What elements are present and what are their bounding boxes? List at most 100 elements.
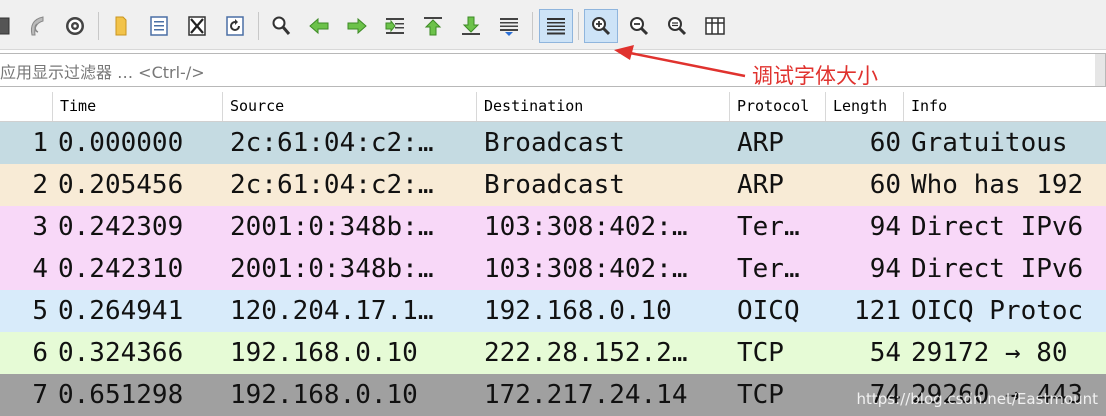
zoom-out-button[interactable] [622, 9, 656, 43]
column-header-length[interactable]: Length [826, 92, 904, 121]
packet-info: Direct IPv6 [911, 212, 1084, 242]
main-toolbar [0, 0, 1106, 50]
capture-options-button[interactable] [58, 9, 92, 43]
arrow-down-icon [462, 16, 480, 35]
packet-number: 2 [32, 170, 48, 200]
last-packet-button[interactable] [454, 9, 488, 43]
watermark-text: https://blog.csdn.net/Eastmount [856, 390, 1098, 408]
folder-icon [115, 16, 127, 36]
magnifier-icon [272, 16, 291, 35]
arrow-left-icon [309, 17, 329, 35]
packet-protocol: TCP [737, 338, 784, 368]
colorize-button[interactable] [539, 9, 573, 43]
packet-number: 7 [32, 380, 48, 410]
fin-restart-icon [30, 16, 44, 36]
packet-number: 4 [32, 254, 48, 284]
open-file-button[interactable] [104, 9, 138, 43]
zoom-reset-icon [668, 17, 687, 36]
filter-bar-edge [1095, 54, 1105, 86]
display-filter-bar[interactable]: 应用显示过滤器 … <Ctrl-/> [0, 53, 1106, 87]
packet-destination: Broadcast [484, 170, 625, 200]
annotation-text: 调试字体大小 [752, 64, 878, 88]
stop-capture-button[interactable] [0, 9, 18, 43]
stop-square-icon [0, 17, 10, 35]
lines-icon [547, 18, 565, 35]
column-header-info[interactable]: Info [904, 92, 1106, 121]
display-filter-placeholder: 应用显示过滤器 … <Ctrl-/> [0, 63, 205, 82]
packet-destination: Broadcast [484, 128, 625, 158]
column-header-source[interactable]: Source [223, 92, 477, 121]
go-forward-button[interactable] [340, 9, 374, 43]
packet-length: 60 [869, 128, 901, 158]
column-header-time[interactable]: Time [53, 92, 223, 121]
packet-source: 2c:61:04:c2:… [230, 128, 434, 158]
resize-columns-icon [705, 17, 725, 35]
document-icon [150, 16, 168, 36]
packet-info: Gratuitous [911, 128, 1068, 158]
packet-length: 54 [869, 338, 901, 368]
zoom-out-icon [630, 17, 649, 36]
packet-protocol: OICQ [737, 296, 800, 326]
zoom-in-button[interactable] [584, 9, 618, 43]
packet-protocol: Ter… [737, 212, 800, 242]
table-row[interactable]: 4 0.242310 2001:0:348b:… 103:308:402:… T… [0, 248, 1106, 290]
packet-source: 192.168.0.10 [230, 380, 418, 410]
column-header-destination[interactable]: Destination [477, 92, 730, 121]
column-header-protocol[interactable]: Protocol [730, 92, 826, 121]
packet-protocol: Ter… [737, 254, 800, 284]
table-row[interactable]: 3 0.242309 2001:0:348b:… 103:308:402:… T… [0, 206, 1106, 248]
jump-to-icon [385, 18, 404, 34]
packet-protocol: TCP [737, 380, 784, 410]
column-header-no[interactable] [0, 92, 53, 121]
packet-number: 5 [32, 296, 48, 326]
packet-source: 2001:0:348b:… [230, 254, 434, 284]
packet-time: 0.242310 [58, 254, 184, 284]
auto-scroll-button[interactable] [492, 9, 526, 43]
find-packet-button[interactable] [264, 9, 298, 43]
packet-time: 0.264941 [58, 296, 184, 326]
packet-destination: 103:308:402:… [484, 254, 688, 284]
save-file-button[interactable] [142, 9, 176, 43]
table-row[interactable]: 5 0.264941 120.204.17.1… 192.168.0.10 OI… [0, 290, 1106, 332]
table-row[interactable]: 6 0.324366 192.168.0.10 222.28.152.2… TC… [0, 332, 1106, 374]
resize-columns-button[interactable] [698, 9, 732, 43]
gear-icon [66, 17, 84, 35]
packet-info: Who has 192 [911, 170, 1084, 200]
packet-protocol: ARP [737, 170, 784, 200]
zoom-in-icon [592, 17, 611, 36]
packet-destination: 222.28.152.2… [484, 338, 688, 368]
packet-time: 0.242309 [58, 212, 184, 242]
go-back-button[interactable] [302, 9, 336, 43]
normal-size-button[interactable] [660, 9, 694, 43]
packet-length: 94 [869, 254, 901, 284]
table-row[interactable]: 2 0.205456 2c:61:04:c2:… Broadcast ARP 6… [0, 164, 1106, 206]
restart-capture-button[interactable] [20, 9, 54, 43]
packet-source: 2001:0:348b:… [230, 212, 434, 242]
packet-info: 29172 → 80 [911, 338, 1068, 368]
first-packet-button[interactable] [416, 9, 450, 43]
packet-time: 0.651298 [58, 380, 184, 410]
toolbar-separator [98, 12, 99, 40]
packet-length: 60 [869, 170, 901, 200]
table-row[interactable]: 1 0.000000 2c:61:04:c2:… Broadcast ARP 6… [0, 122, 1106, 164]
packet-number: 6 [32, 338, 48, 368]
close-file-button[interactable] [180, 9, 214, 43]
packet-info: Direct IPv6 [911, 254, 1084, 284]
arrow-up-icon [424, 17, 442, 36]
go-to-packet-button[interactable] [378, 9, 412, 43]
packet-length: 94 [869, 212, 901, 242]
close-file-icon [188, 16, 206, 36]
packet-destination: 172.217.24.14 [484, 380, 688, 410]
packet-time: 0.205456 [58, 170, 184, 200]
reload-icon [226, 16, 244, 36]
packet-source: 2c:61:04:c2:… [230, 170, 434, 200]
packet-number: 3 [32, 212, 48, 242]
packet-source: 120.204.17.1… [230, 296, 434, 326]
packet-time: 0.324366 [58, 338, 184, 368]
packet-info: OICQ Protoc [911, 296, 1084, 326]
packet-time: 0.000000 [58, 128, 184, 158]
packet-list: 1 0.000000 2c:61:04:c2:… Broadcast ARP 6… [0, 122, 1106, 416]
packet-list-header: Time Source Destination Protocol Length … [0, 92, 1106, 122]
toolbar-separator [578, 12, 579, 40]
reload-file-button[interactable] [218, 9, 252, 43]
